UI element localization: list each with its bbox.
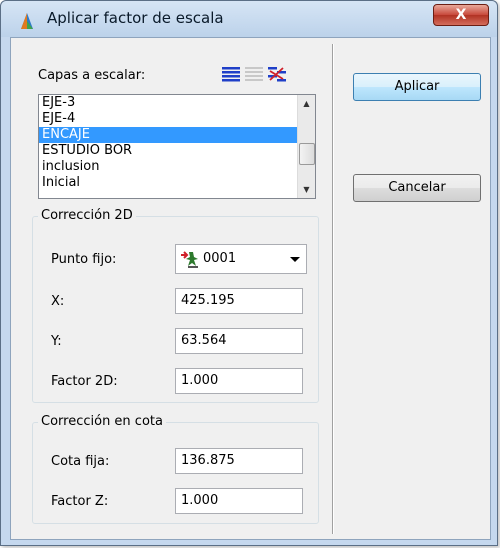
chevron-down-icon[interactable]: [290, 257, 300, 262]
list-item[interactable]: ESTUDIO BOR: [39, 143, 315, 159]
y-label: Y:: [51, 334, 62, 349]
invert-selection-icon[interactable]: [267, 65, 287, 83]
factor-z-label: Factor Z:: [51, 494, 109, 509]
list-item-selected[interactable]: ENCAJE: [39, 127, 315, 143]
fixed-point-value: 0001: [203, 251, 237, 266]
vertical-separator: [332, 44, 334, 534]
x-input[interactable]: 425.195: [175, 288, 303, 314]
list-item[interactable]: EJE-3: [39, 95, 315, 111]
fixed-elevation-label: Cota fija:: [51, 454, 110, 469]
scroll-down-icon[interactable]: ▼: [298, 181, 315, 198]
scroll-up-icon[interactable]: ▲: [298, 95, 315, 112]
apply-button[interactable]: Aplicar: [353, 73, 481, 101]
dialog-window: Aplicar factor de escala X Capas a escal…: [0, 0, 498, 546]
list-scrollbar[interactable]: ▲ ▼: [297, 95, 315, 198]
select-none-icon[interactable]: [244, 65, 264, 83]
fixed-elevation-input[interactable]: 136.875: [175, 448, 303, 474]
factor-z-input[interactable]: 1.000: [175, 488, 303, 514]
window-title: Aplicar factor de escala: [47, 9, 224, 27]
close-button[interactable]: X: [433, 4, 489, 26]
list-item[interactable]: Inicial: [39, 175, 315, 191]
dialog-client-area: Capas a escalar: EJE-3 EJE-4 ENCAJE ESTU…: [10, 37, 491, 540]
title-bar[interactable]: Aplicar factor de escala X: [1, 1, 497, 37]
x-label: X:: [51, 294, 65, 309]
fixed-point-combo[interactable]: 0001: [175, 244, 307, 274]
scroll-thumb[interactable]: [299, 143, 315, 165]
correction-z-title: Corrección en cota: [38, 414, 166, 429]
cancel-button[interactable]: Cancelar: [353, 174, 481, 202]
survey-point-icon: [181, 251, 198, 268]
app-logo-icon: [21, 13, 33, 29]
list-item[interactable]: inclusion: [39, 159, 315, 175]
select-all-icon[interactable]: [221, 65, 241, 83]
fixed-point-label: Punto fijo:: [51, 252, 117, 267]
correction-2d-title: Corrección 2D: [38, 208, 136, 223]
y-input[interactable]: 63.564: [175, 328, 303, 354]
factor-2d-input[interactable]: 1.000: [175, 368, 303, 394]
layers-label: Capas a escalar:: [38, 68, 146, 83]
layers-listbox[interactable]: EJE-3 EJE-4 ENCAJE ESTUDIO BOR inclusion…: [38, 94, 316, 199]
factor-2d-label: Factor 2D:: [51, 374, 118, 389]
list-item[interactable]: EJE-4: [39, 111, 315, 127]
